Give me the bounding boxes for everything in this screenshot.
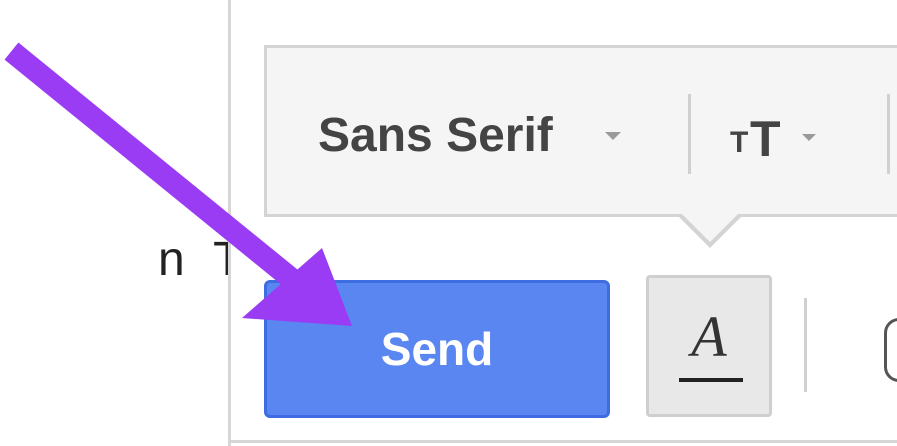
toolbar-divider: [887, 94, 890, 174]
text-size-icon: T T: [730, 111, 792, 167]
font-size-select[interactable]: T T: [730, 111, 816, 167]
formatting-options-button[interactable]: A: [646, 275, 772, 417]
text-format-icon: A: [691, 304, 727, 369]
actions-divider: [804, 298, 807, 392]
font-family-select[interactable]: Sans Serif: [318, 108, 621, 164]
screenshot-stage: n T Sans Serif T T Send A: [0, 0, 897, 446]
small-t-glyph: T: [730, 126, 749, 159]
toolbar-pointer: [680, 212, 740, 242]
chevron-down-icon: [802, 133, 816, 141]
chevron-down-icon: [604, 132, 621, 140]
send-button[interactable]: Send: [264, 280, 610, 418]
toolbar-divider: [688, 94, 691, 174]
text-format-underline: [679, 378, 743, 382]
compose-panel-bottom-border: [228, 440, 897, 446]
attach-icon[interactable]: [884, 318, 897, 382]
big-t-glyph: T: [750, 111, 781, 167]
font-family-label: Sans Serif: [318, 109, 553, 162]
